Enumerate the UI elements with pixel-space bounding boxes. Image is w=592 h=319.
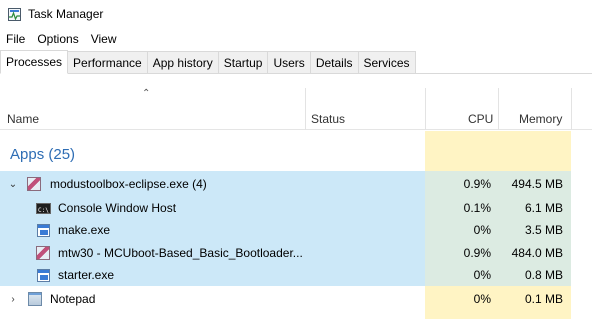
cpu-value: 0%	[473, 223, 491, 237]
process-table: Apps (25) ⌄ modustoolbox-eclipse.exe (4)…	[0, 131, 592, 319]
notepad-icon	[28, 292, 42, 306]
column-divider[interactable]	[498, 88, 499, 130]
cpu-value: 0%	[473, 292, 491, 306]
tab-services[interactable]: Services	[357, 51, 416, 73]
tab-processes[interactable]: Processes	[0, 50, 69, 74]
column-header: ⌃ Name Status CPU Memory	[0, 74, 592, 130]
chevron-right-icon[interactable]: ›	[8, 294, 18, 305]
title-bar: Task Manager	[0, 0, 592, 28]
column-name[interactable]: Name	[7, 112, 39, 126]
group-header-apps: Apps (25)	[0, 139, 75, 169]
tab-app-history[interactable]: App history	[146, 51, 219, 73]
sort-up-icon[interactable]: ⌃	[142, 88, 150, 99]
memory-value: 6.1 MB	[524, 201, 563, 215]
column-divider[interactable]	[425, 88, 426, 130]
process-name: Notepad	[50, 292, 96, 306]
column-memory[interactable]: Memory	[519, 112, 562, 126]
column-status[interactable]: Status	[311, 112, 345, 126]
menu-view[interactable]: View	[85, 32, 123, 46]
menu-file[interactable]: File	[0, 32, 31, 46]
cpu-value: 0.1%	[463, 201, 491, 215]
console-icon	[36, 202, 51, 214]
process-name: modustoolbox-eclipse.exe (4)	[50, 177, 207, 191]
memory-value: 0.8 MB	[524, 268, 563, 282]
group-label: Apps (25)	[10, 145, 76, 163]
table-row[interactable]: starter.exe 0% 0.8 MB	[0, 264, 592, 286]
table-row[interactable]: ⌄ modustoolbox-eclipse.exe (4) 0.9% 494.…	[0, 173, 592, 195]
column-divider[interactable]	[305, 88, 306, 130]
table-row[interactable]: mtw30 - MCUboot-Based_Basic_Bootloader..…	[0, 242, 592, 264]
cpu-value: 0.9%	[463, 177, 491, 191]
cpu-value: 0%	[473, 268, 491, 282]
tab-performance[interactable]: Performance	[67, 51, 148, 73]
window-icon	[37, 223, 50, 237]
memory-value: 3.5 MB	[524, 223, 563, 237]
column-divider[interactable]	[571, 88, 572, 130]
tab-bar: Processes Performance App history Startu…	[0, 50, 592, 74]
process-name: Console Window Host	[58, 201, 177, 215]
process-name: make.exe	[58, 223, 111, 237]
task-manager-icon	[8, 7, 21, 21]
tab-users[interactable]: Users	[267, 51, 311, 73]
table-row[interactable]: › Notepad 0% 0.1 MB	[0, 288, 592, 310]
process-name: mtw30 - MCUboot-Based_Basic_Bootloader..…	[58, 246, 303, 260]
eclipse-icon	[36, 246, 50, 260]
table-row[interactable]: make.exe 0% 3.5 MB	[0, 219, 592, 241]
window-icon	[37, 268, 50, 282]
memory-value: 0.1 MB	[524, 292, 563, 306]
tab-startup[interactable]: Startup	[217, 51, 269, 73]
memory-value: 484.0 MB	[511, 246, 563, 260]
menu-options[interactable]: Options	[31, 32, 84, 46]
chevron-down-icon[interactable]: ⌄	[8, 179, 18, 190]
table-row[interactable]: Console Window Host 0.1% 6.1 MB	[0, 197, 592, 219]
tab-details[interactable]: Details	[309, 51, 359, 73]
eclipse-icon	[27, 177, 41, 191]
window-title: Task Manager	[28, 7, 104, 21]
process-name: starter.exe	[58, 268, 115, 282]
memory-value: 494.5 MB	[511, 177, 563, 191]
menu-bar: File Options View	[0, 30, 123, 48]
column-cpu[interactable]: CPU	[468, 112, 493, 126]
cpu-value: 0.9%	[463, 246, 491, 260]
